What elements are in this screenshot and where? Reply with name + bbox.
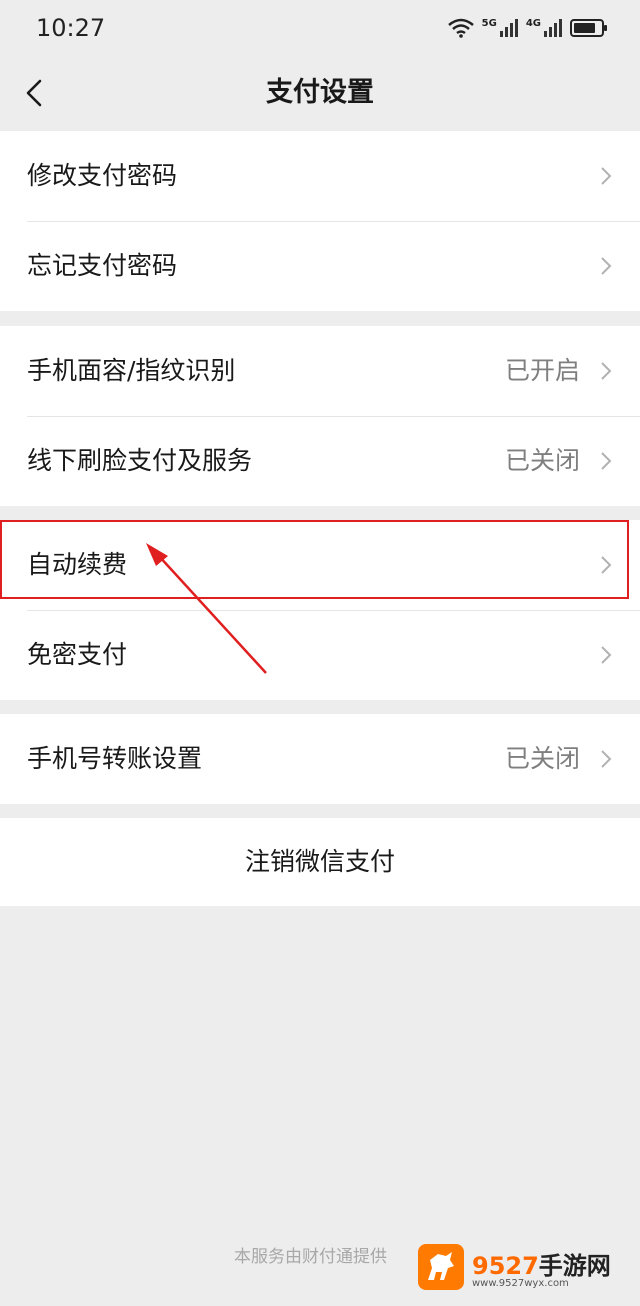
row-status: 已开启 xyxy=(504,356,580,385)
nav-bar: 支付设置 xyxy=(0,55,640,131)
footer-provider-text: 本服务由财付通提供 xyxy=(234,1247,387,1267)
watermark-url: www.9527wyx.com xyxy=(472,1278,569,1289)
wifi-icon xyxy=(447,18,474,38)
chevron-right-icon xyxy=(601,750,612,768)
section-biometric: 手机面容/指纹识别 已开启 线下刷脸支付及服务 已关闭 xyxy=(0,326,640,506)
row-label: 免密支付 xyxy=(27,640,128,669)
section-password: 修改支付密码 忘记支付密码 xyxy=(0,131,640,311)
row-label: 忘记支付密码 xyxy=(27,251,178,280)
row-label: 修改支付密码 xyxy=(27,161,178,190)
page-title: 支付设置 xyxy=(266,77,374,108)
status-bar: 10:27 5G 4G xyxy=(0,0,640,55)
face-pay-row[interactable]: 线下刷脸支付及服务 已关闭 xyxy=(0,416,640,506)
watermark-brand: 9527手游网 xyxy=(472,1252,611,1280)
password-free-row[interactable]: 免密支付 xyxy=(0,610,640,700)
change-password-row[interactable]: 修改支付密码 xyxy=(0,131,640,221)
chevron-right-icon xyxy=(601,646,612,664)
row-status: 已关闭 xyxy=(504,744,580,773)
chevron-right-icon xyxy=(601,257,612,275)
status-icons: 5G 4G xyxy=(447,18,607,38)
watermark: 9527手游网 www.9527wyx.com xyxy=(418,1244,638,1296)
row-status: 已关闭 xyxy=(504,446,580,475)
row-label: 手机号转账设置 xyxy=(27,744,203,773)
row-label: 手机面容/指纹识别 xyxy=(27,356,236,385)
biometric-row[interactable]: 手机面容/指纹识别 已开启 xyxy=(0,326,640,416)
chevron-right-icon xyxy=(601,362,612,380)
forgot-password-row[interactable]: 忘记支付密码 xyxy=(0,221,640,311)
annotation-highlight-box xyxy=(0,520,629,599)
phone-transfer-row[interactable]: 手机号转账设置 已关闭 xyxy=(0,714,640,804)
battery-icon xyxy=(570,18,607,37)
horse-logo-icon xyxy=(418,1244,464,1290)
chevron-right-icon xyxy=(601,452,612,470)
chevron-right-icon xyxy=(601,167,612,185)
section-transfer: 手机号转账设置 已关闭 xyxy=(0,714,640,804)
status-time: 10:27 xyxy=(36,13,106,42)
cancel-wechat-pay-button[interactable]: 注销微信支付 xyxy=(0,818,640,906)
signal-5g-icon: 5G xyxy=(482,18,518,37)
cancel-label: 注销微信支付 xyxy=(244,847,395,876)
row-label: 线下刷脸支付及服务 xyxy=(27,446,253,475)
signal-4g-icon: 4G xyxy=(526,18,562,37)
